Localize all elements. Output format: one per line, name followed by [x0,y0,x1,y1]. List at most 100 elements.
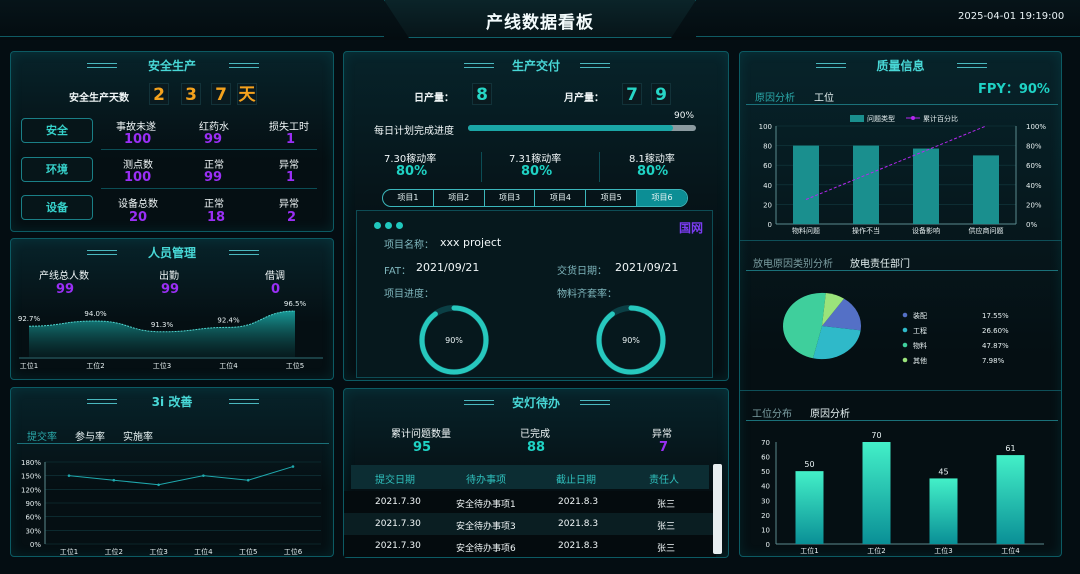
tab-project-6[interactable]: 项目6 [637,190,687,206]
column-header: 截止日期 [556,475,596,486]
safety-panel: 安全生产 安全生产天数 2 3 7 天 安全 环境 设备 事故未遂 100 红药… [10,51,334,232]
x-tick-label: 物料问题 [792,226,820,235]
equipment-button[interactable]: 设备 [21,195,93,220]
tab-project-2[interactable]: 项目2 [434,190,485,206]
legend-swatch [911,116,915,120]
tab-project-5[interactable]: 项目5 [586,190,638,206]
project-progress-ring: 90% [419,305,489,375]
x-tick-label: 工位3 [153,361,171,370]
legend-label: 装配 [913,311,927,320]
tab-underline [746,104,1058,105]
delivery-panel: 生产交付 日产量： 8 月产量： 7 9 90% 每日计划完成进度 7.30稼动… [343,51,729,381]
tab-cause-analysis[interactable]: 原因分析 [755,89,795,104]
tab-project-4[interactable]: 项目4 [535,190,587,206]
x-tick-label: 工位1 [800,546,818,555]
data-label: 91.3% [151,321,174,329]
y-tick-label: 0 [766,541,770,549]
tab-submit-rate[interactable]: 提交率 [27,428,57,443]
table-cell: 2021.8.3 [558,541,599,551]
tab-project-1[interactable]: 项目1 [383,190,434,206]
safety-button[interactable]: 安全 [21,118,93,143]
fat-label: FAT： [384,266,412,277]
tab-underline [746,420,1058,421]
table-cell: 安全待办事项1 [456,500,516,510]
x-tick-label: 工位3 [934,546,952,555]
environment-button[interactable]: 环境 [21,157,93,182]
y2-tick-label: 80% [1026,143,1042,151]
divider [481,152,482,182]
data-point [291,465,295,468]
discharge-pie-chart: 装配 17.55% 工程 26.60% 物料 47.87% 其他 7.98% [783,292,1009,365]
x-tick-label: 工位2 [105,547,123,556]
data-point [157,483,160,487]
legend-label: 累计百分比 [923,114,958,123]
tab-discharge-department[interactable]: 放电责任部门 [850,255,910,270]
stat-label: 正常 [204,199,224,210]
x-tick-label: 工位6 [284,547,303,556]
tab-station[interactable]: 工位 [814,89,834,104]
table-cell: 安全待办事项6 [456,544,516,554]
monthly-digit: 7 [622,83,642,105]
data-point [112,478,116,482]
y-tick-label: 30 [761,497,770,505]
data-point [67,474,71,477]
tab-station-distribution[interactable]: 工位分布 [752,405,792,420]
rate-label: 7.31稼动率 [509,154,562,165]
material-label: 物料齐套率： [557,289,617,300]
stat-value: 99 [56,282,75,297]
window-dot [396,222,403,229]
table-cell: 张三 [657,500,676,510]
data-label: 94.0% [84,310,107,318]
bar [929,478,958,544]
stat-value: 7 [659,440,669,455]
rate-value: 80% [521,164,553,179]
legend-label: 工程 [913,326,927,335]
data-label: 50 [804,460,814,469]
tab-implementation-rate[interactable]: 实施率 [123,428,153,443]
panel-title: 质量信息 [876,59,925,73]
x-tick-label: 工位4 [194,547,213,556]
legend-value: 7.98% [982,357,1005,365]
legend-swatch [902,327,908,333]
tab-discharge-category[interactable]: 放电原因类别分析 [753,255,833,270]
stat-value: 1 [286,132,296,147]
table-row[interactable]: 2021.7.30 安全待办事项3 2021.8.3 张三 [344,513,716,536]
y-tick-label: 30% [25,527,41,535]
table-row[interactable]: 2021.7.30 安全待办事项1 2021.8.3 张三 [344,491,716,514]
stat-label: 出勤 [159,271,179,282]
table-cell: 张三 [657,544,676,554]
fat-date: 2021/09/21 [416,261,480,274]
days-digit: 2 [149,83,169,105]
daily-output-label: 日产量： [414,93,454,104]
stat-label: 异常 [279,199,299,210]
x-tick-label: 工位2 [867,546,885,555]
y-tick-label: 0 [768,221,772,229]
bar [862,442,891,544]
stat-label: 设备总数 [118,199,158,210]
y-tick-label: 120% [21,486,41,494]
table-row[interactable]: 2021.7.30 安全待办事项6 2021.8.3 张三 [344,535,716,557]
tab-cause-analysis-2[interactable]: 原因分析 [810,405,850,420]
project-name-label: 项目名称： [384,240,434,251]
y-tick-label: 60% [25,514,41,522]
y-tick-label: 10 [761,526,770,534]
area-fill [29,311,295,357]
monthly-output-label: 月产量： [564,93,604,104]
stat-label: 正常 [204,160,224,171]
x-tick-label: 设备影响 [912,226,940,235]
personnel-panel: 人员管理 产线总人数 99 出勤 99 借调 0 92.7% 工位1 94.0% 工位… [10,238,334,380]
material-rate-ring: 90% [596,305,666,375]
brand-logo: 国网 [679,221,704,235]
table-scrollbar[interactable] [713,464,722,554]
divider [101,149,317,150]
data-label: 70 [871,431,881,440]
quality-panel: 质量信息 FPY：90% 原因分析 工位 问题类型 累计百分比 0 0% 20 20% 40… [739,51,1062,557]
datetime: 2025-04-01 19:19:00 [958,11,1065,22]
panel-title: 生产交付 [511,59,560,73]
tab-participation-rate[interactable]: 参与率 [75,428,105,443]
divider [599,152,600,182]
tab-project-3[interactable]: 项目3 [485,190,536,206]
y-tick-label: 0% [30,541,41,549]
stat-value: 100 [124,170,152,185]
table-cell: 安全待办事项3 [456,522,516,532]
